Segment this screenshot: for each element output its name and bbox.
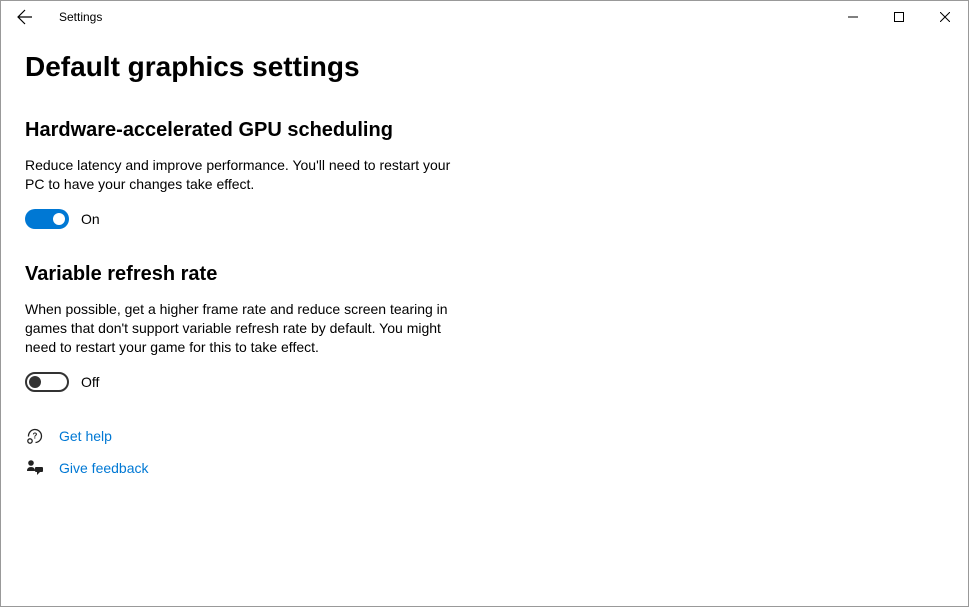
app-title: Settings	[59, 10, 102, 24]
titlebar: Settings	[1, 1, 968, 33]
feedback-icon	[25, 458, 45, 478]
page-content: Default graphics settings Hardware-accel…	[1, 33, 681, 478]
hagpu-toggle-label: On	[81, 211, 100, 227]
vrr-toggle-label: Off	[81, 374, 99, 390]
get-help-label: Get help	[59, 428, 112, 444]
hagpu-toggle[interactable]	[25, 209, 69, 229]
maximize-icon	[894, 12, 904, 22]
vrr-toggle[interactable]	[25, 372, 69, 392]
give-feedback-label: Give feedback	[59, 460, 149, 476]
maximize-button[interactable]	[876, 1, 922, 33]
close-icon	[940, 12, 950, 22]
help-links: ? Get help Give feedback	[25, 426, 657, 478]
back-button[interactable]	[5, 1, 45, 33]
hagpu-heading: Hardware-accelerated GPU scheduling	[25, 119, 657, 142]
give-feedback-link[interactable]: Give feedback	[25, 458, 657, 478]
help-icon: ?	[25, 426, 45, 446]
toggle-knob	[53, 213, 65, 225]
get-help-link[interactable]: ? Get help	[25, 426, 657, 446]
arrow-left-icon	[17, 9, 33, 25]
minimize-icon	[848, 12, 858, 22]
vrr-toggle-row: Off	[25, 372, 657, 392]
hagpu-description: Reduce latency and improve performance. …	[25, 156, 455, 195]
page-title: Default graphics settings	[25, 51, 657, 83]
toggle-knob	[29, 376, 41, 388]
close-button[interactable]	[922, 1, 968, 33]
vrr-description: When possible, get a higher frame rate a…	[25, 300, 455, 358]
svg-text:?: ?	[33, 431, 38, 440]
vrr-heading: Variable refresh rate	[25, 263, 657, 286]
hagpu-toggle-row: On	[25, 209, 657, 229]
minimize-button[interactable]	[830, 1, 876, 33]
window-controls	[830, 1, 968, 33]
